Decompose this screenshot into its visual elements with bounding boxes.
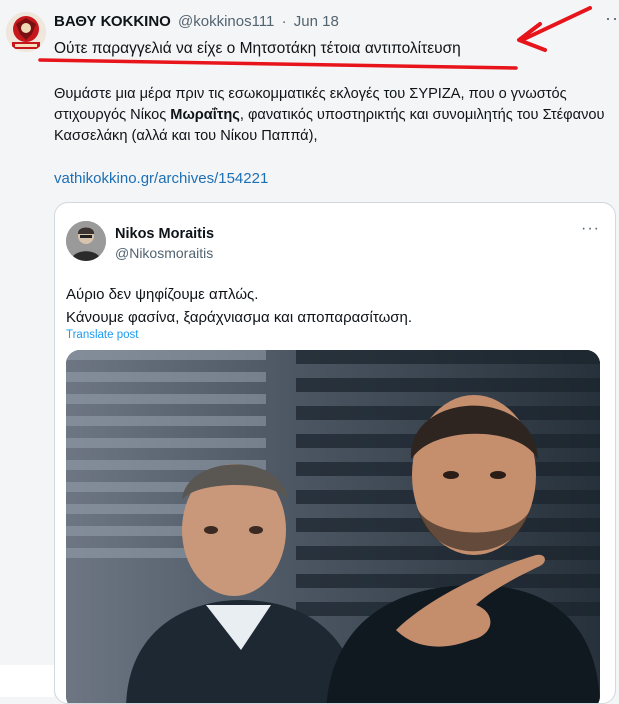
- quoted-more-options-icon[interactable]: ···: [581, 220, 600, 238]
- author-name[interactable]: ΒΑΘΥ ΚΟΚΚΙΝΟ: [54, 13, 171, 30]
- tweet: ΒΑΘΥ ΚΟΚΚΙΝΟ @kokkinos111 · Jun 18 ··· Ο…: [0, 0, 619, 704]
- quoted-author-handle[interactable]: @Nikosmoraitis: [115, 245, 213, 261]
- more-options-icon[interactable]: ···: [605, 8, 619, 29]
- tweet-body: Θυμάστε μια μέρα πριν τις εσωκομματικές …: [54, 84, 609, 147]
- article-link[interactable]: vathikokkino.gr/archives/154221: [54, 170, 268, 187]
- separator-dot: ·: [281, 13, 287, 30]
- timestamp[interactable]: Jun 18: [294, 13, 339, 30]
- tweet-header: ΒΑΘΥ ΚΟΚΚΙΝΟ @kokkinos111 · Jun 18: [54, 13, 339, 30]
- left-gutter: [0, 665, 54, 697]
- quoted-text-line1: Αύριο δεν ψηφίζουμε απλώς.: [66, 286, 259, 303]
- quoted-text-line2: Κάνουμε φασίνα, ξαράχνιασμα και αποπαρασ…: [66, 309, 413, 326]
- quoted-author-name[interactable]: Nikos Moraitis: [115, 226, 214, 242]
- quoted-photo[interactable]: [66, 350, 600, 703]
- quoted-tweet-card[interactable]: Nikos Moraitis @Nikosmoraitis ··· Αύριο …: [54, 202, 616, 704]
- quoted-author-avatar[interactable]: [66, 221, 106, 261]
- author-avatar[interactable]: [6, 12, 46, 52]
- author-handle[interactable]: @kokkinos111: [178, 13, 274, 30]
- tweet-body-bold: Μωραΐτης: [170, 107, 240, 123]
- translate-post-link[interactable]: Translate post: [66, 329, 138, 341]
- tweet-headline: Ούτε παραγγελιά να είχε ο Μητσοτάκη τέτο…: [54, 40, 461, 57]
